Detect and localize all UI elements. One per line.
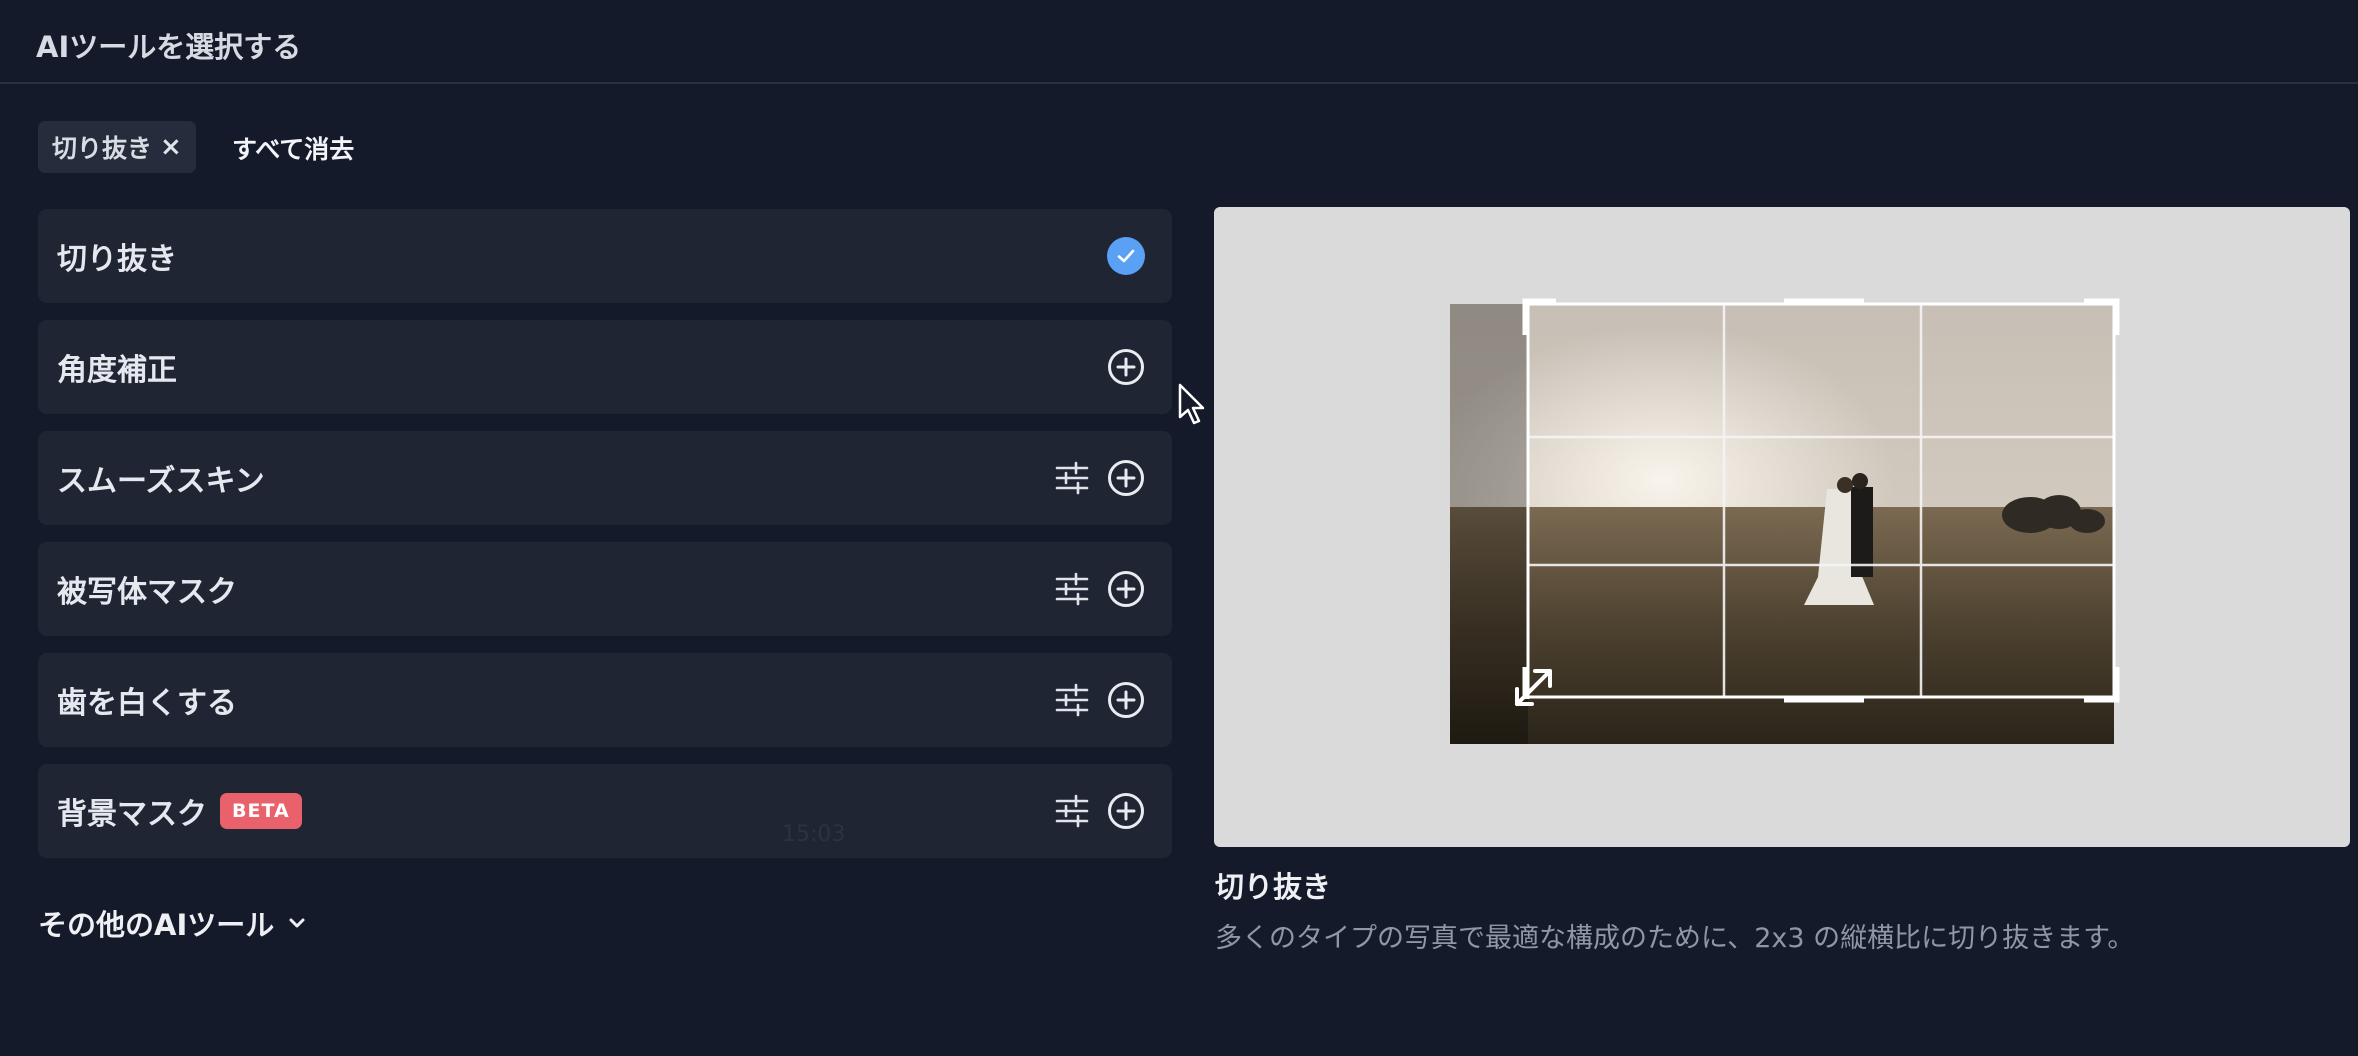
tool-row-smooth-skin[interactable]: スムーズスキン — [38, 431, 1172, 525]
tool-label: 歯を白くする — [57, 686, 237, 721]
tool-list: 切り抜き 角度補正 スムーズスキン 被写体マスク 歯を白くする 背景マスク BE… — [38, 209, 1172, 875]
sliders-icon[interactable] — [1054, 682, 1090, 718]
plus-circle-icon[interactable] — [1106, 569, 1146, 609]
preview-title: 切り抜き — [1215, 870, 1332, 904]
plus-circle-icon[interactable] — [1106, 347, 1146, 387]
sliders-icon[interactable] — [1054, 793, 1090, 829]
background-player-ghost: 15:03 — [782, 822, 846, 847]
tool-row-subject-mask[interactable]: 被写体マスク — [38, 542, 1172, 636]
preview-description: 多くのタイプの写真で最適な構成のために、2x3 の縦横比に切り抜きます。 — [1215, 923, 2135, 954]
more-ai-tools-toggle[interactable]: その他のAIツール — [38, 902, 310, 944]
tool-label: 被写体マスク — [57, 575, 237, 610]
tool-label: スムーズスキン — [57, 464, 265, 499]
filter-chip-label: 切り抜き — [52, 134, 153, 163]
plus-circle-icon[interactable] — [1106, 791, 1146, 831]
sliders-icon[interactable] — [1054, 571, 1090, 607]
tool-label: 角度補正 — [57, 353, 177, 388]
crop-preview-image — [1450, 298, 2120, 744]
check-circle-icon[interactable] — [1106, 236, 1146, 276]
mouse-cursor-icon — [1178, 383, 1206, 427]
tool-label: 切り抜き — [57, 242, 177, 277]
tool-row-background-mask[interactable]: 背景マスク BETA — [38, 764, 1172, 858]
page-title: AIツールを選択する — [36, 30, 302, 64]
close-icon[interactable]: × — [160, 132, 182, 162]
tool-row-crop[interactable]: 切り抜き — [38, 209, 1172, 303]
plus-circle-icon[interactable] — [1106, 458, 1146, 498]
plus-circle-icon[interactable] — [1106, 680, 1146, 720]
tool-label: 背景マスク — [57, 797, 207, 832]
chevron-down-icon — [284, 910, 310, 936]
tool-row-straighten[interactable]: 角度補正 — [38, 320, 1172, 414]
preview-panel — [1214, 207, 2350, 847]
top-bar: AIツールを選択する — [0, 0, 2358, 84]
more-ai-tools-label: その他のAIツール — [38, 908, 275, 942]
filter-chip[interactable]: 切り抜き × — [38, 121, 196, 173]
sliders-icon[interactable] — [1054, 460, 1090, 496]
beta-badge: BETA — [220, 793, 302, 829]
clear-all-button[interactable]: すべて消去 — [232, 130, 354, 166]
tool-row-whiten-teeth[interactable]: 歯を白くする — [38, 653, 1172, 747]
